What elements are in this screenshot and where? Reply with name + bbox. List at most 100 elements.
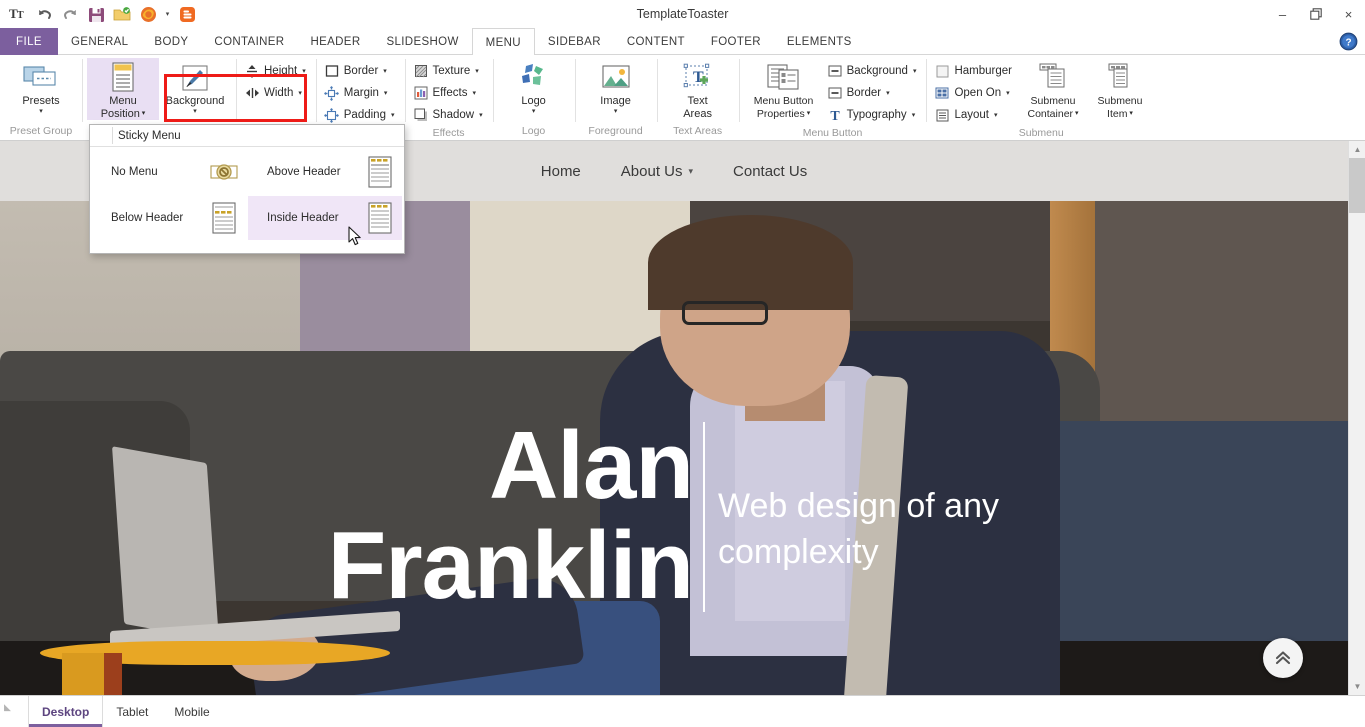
hamburger-toggle[interactable]: Hamburger: [931, 60, 1017, 82]
chevron-down-icon[interactable]: ▾: [383, 67, 387, 75]
border-label: Border: [344, 65, 379, 77]
chevron-down-icon[interactable]: ▾: [479, 111, 483, 119]
scroll-to-top-button[interactable]: [1263, 638, 1303, 678]
chevron-down-icon[interactable]: ▾: [302, 67, 306, 75]
dropdown-item-below-header[interactable]: Below Header: [92, 196, 246, 240]
blogger-export-icon[interactable]: [175, 2, 199, 26]
hero-title[interactable]: Alan Franklin: [0, 416, 705, 616]
minimize-button[interactable]: –: [1266, 0, 1299, 28]
nav-item-home[interactable]: Home: [541, 163, 581, 180]
scroll-down-arrow-icon[interactable]: ▼: [1349, 678, 1365, 695]
text-areas-button[interactable]: T Text Areas: [662, 58, 734, 120]
menu-button-background-button[interactable]: Background ▾: [824, 60, 922, 82]
scroll-to-top-icon: [1272, 647, 1294, 669]
chevron-down-icon[interactable]: ▾: [391, 111, 395, 119]
presets-label: Presets: [22, 95, 59, 108]
tab-mobile[interactable]: Mobile: [161, 696, 222, 727]
menu-button-border-button[interactable]: Border ▾: [824, 82, 922, 104]
height-button[interactable]: Height ▾: [241, 60, 311, 82]
chevron-down-icon[interactable]: ▾: [614, 108, 618, 116]
text-tool-icon[interactable]: TT: [6, 2, 30, 26]
tab-menu[interactable]: MENU: [472, 28, 535, 56]
dropdown-item-inside-header[interactable]: Inside Header: [248, 196, 402, 240]
chevron-down-icon[interactable]: ▾: [912, 111, 916, 119]
open-folder-icon[interactable]: [110, 2, 134, 26]
dropdown-header-sticky-menu[interactable]: Sticky Menu: [90, 125, 404, 147]
save-icon[interactable]: [84, 2, 108, 26]
tab-sidebar[interactable]: SIDEBAR: [535, 28, 614, 55]
image-button[interactable]: Image ▾: [580, 58, 652, 116]
nav-item-about-us[interactable]: About Us ▾: [621, 163, 693, 180]
close-button[interactable]: ×: [1332, 0, 1365, 28]
width-button[interactable]: Width ▾: [241, 82, 311, 104]
shadow-icon: [413, 107, 429, 123]
chevron-down-icon[interactable]: ▾: [1006, 89, 1010, 97]
tab-desktop[interactable]: Desktop: [28, 696, 103, 727]
menu-button-properties-button[interactable]: Menu Button Properties ▾: [744, 58, 824, 120]
dropdown-item-above-header[interactable]: Above Header: [248, 150, 402, 194]
nav-item-about-us-label: About Us: [621, 163, 683, 180]
tab-footer[interactable]: FOOTER: [698, 28, 774, 55]
menu-button-properties-line2: Properties: [757, 108, 805, 120]
chevron-down-icon: ▾: [688, 166, 693, 177]
scrollbar-thumb[interactable]: [1349, 158, 1365, 213]
tab-tablet[interactable]: Tablet: [103, 696, 161, 727]
chevron-down-icon[interactable]: ▾: [886, 89, 890, 97]
submenu-container-button[interactable]: Submenu Container ▾: [1017, 58, 1089, 120]
effects-button[interactable]: Effects ▾: [410, 82, 488, 104]
chevron-down-icon[interactable]: ▾: [472, 89, 476, 97]
tab-container[interactable]: CONTAINER: [201, 28, 297, 55]
ribbon-group-preset: Presets ▾ Preset Group: [0, 55, 82, 140]
open-on-button[interactable]: Open On ▾: [931, 82, 1017, 104]
margin-button[interactable]: Margin ▾: [321, 82, 400, 104]
tab-elements[interactable]: ELEMENTS: [774, 28, 865, 55]
shadow-button[interactable]: Shadow ▾: [410, 104, 488, 126]
background-button[interactable]: Background ▾: [159, 58, 231, 116]
chevron-down-icon[interactable]: ▾: [1073, 110, 1078, 117]
chevron-down-icon[interactable]: ▾: [994, 111, 998, 119]
submenu-container-line2: Container: [1028, 108, 1074, 120]
chevron-down-icon[interactable]: ▾: [39, 108, 43, 116]
chevron-down-icon[interactable]: ▾: [384, 89, 388, 97]
submenu-item-button[interactable]: Submenu Item ▾: [1089, 58, 1151, 120]
texture-button[interactable]: Texture ▾: [410, 60, 488, 82]
nav-item-contact-us[interactable]: Contact Us: [733, 163, 807, 180]
menu-button-typography-button[interactable]: T Typography ▾: [824, 104, 922, 126]
scroll-up-arrow-icon[interactable]: ▲: [1349, 141, 1365, 158]
menu-position-button[interactable]: Menu Position ▾: [87, 58, 159, 120]
preview-vertical-scrollbar[interactable]: ▲ ▼: [1348, 141, 1365, 695]
chevron-down-icon[interactable]: ▾: [475, 67, 479, 75]
tab-body[interactable]: BODY: [141, 28, 201, 55]
tab-file[interactable]: FILE: [0, 28, 58, 55]
tab-slideshow[interactable]: SLIDESHOW: [373, 28, 471, 55]
dropdown-item-no-menu[interactable]: No Menu: [92, 150, 246, 194]
chevron-down-icon[interactable]: ▾: [1127, 110, 1132, 117]
nav-item-contact-us-label: Contact Us: [733, 163, 807, 180]
logo-button[interactable]: Logo ▾: [498, 58, 570, 116]
open-on-icon: [934, 85, 950, 101]
window-title: TemplateToaster: [0, 0, 1365, 28]
padding-button[interactable]: Padding ▾: [321, 104, 400, 126]
help-icon[interactable]: ?: [1339, 32, 1358, 51]
chevron-down-icon[interactable]: ▾: [913, 67, 917, 75]
undo-icon[interactable]: [32, 2, 56, 26]
submenu-container-icon: [1036, 61, 1070, 95]
redo-icon[interactable]: [58, 2, 82, 26]
restore-button[interactable]: [1299, 0, 1332, 28]
tab-general[interactable]: GENERAL: [58, 28, 141, 55]
presets-button[interactable]: Presets ▾: [5, 58, 77, 116]
tab-header[interactable]: HEADER: [297, 28, 373, 55]
chevron-down-icon[interactable]: ▾: [162, 10, 173, 18]
chevron-down-icon[interactable]: ▾: [140, 110, 145, 117]
menu-button-background-label: Background: [847, 65, 908, 77]
border-button[interactable]: Border ▾: [321, 60, 400, 82]
firefox-preview-icon[interactable]: [136, 2, 160, 26]
chevron-down-icon[interactable]: ▾: [532, 108, 536, 116]
chevron-down-icon[interactable]: ▾: [805, 110, 810, 117]
chevron-down-icon[interactable]: ▾: [298, 89, 302, 97]
hero-subtitle[interactable]: Web design of any complexity: [718, 483, 1078, 575]
height-label: Height: [264, 65, 297, 77]
layout-button[interactable]: Layout ▾: [931, 104, 1017, 126]
chevron-down-icon[interactable]: ▾: [193, 108, 197, 116]
tab-content[interactable]: CONTENT: [614, 28, 698, 55]
